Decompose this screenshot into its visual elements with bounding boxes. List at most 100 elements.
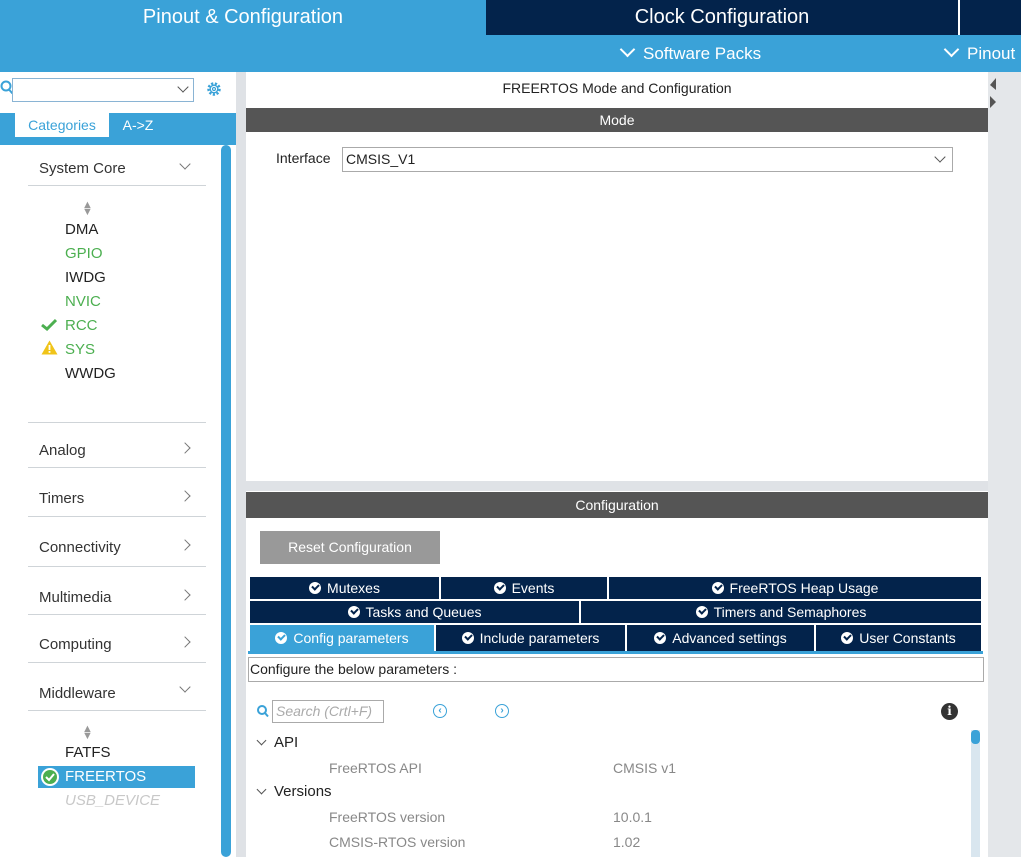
sort-icon-down[interactable]: ▼ <box>82 206 93 218</box>
category-multimedia[interactable]: Multimedia <box>39 589 112 606</box>
check-circle-icon <box>461 632 474 644</box>
software-packs-menu[interactable]: Software Packs <box>619 35 762 72</box>
group-label: Versions <box>274 783 332 800</box>
param-name: FreeRTOS version <box>329 809 446 825</box>
divider <box>28 566 206 567</box>
list-item-freertos[interactable]: FREERTOS <box>65 768 146 785</box>
search-icon <box>257 705 269 718</box>
chevron-down-icon <box>934 151 946 163</box>
param-name: CMSIS-RTOS version <box>329 834 466 850</box>
right-gutter <box>988 72 1021 857</box>
sort-icon-down[interactable]: ▼ <box>82 730 93 742</box>
tab-pinout-configuration[interactable]: Pinout & Configuration <box>0 0 486 35</box>
tab-label: Tasks and Queues <box>365 604 482 620</box>
chevron-down-icon <box>943 41 960 58</box>
list-item-dma[interactable]: DMA <box>65 221 98 238</box>
list-item-wwdg[interactable]: WWDG <box>65 365 116 382</box>
tab-a-to-z[interactable]: A->Z <box>109 113 167 137</box>
divider <box>28 467 206 468</box>
check-circle-icon <box>309 582 322 594</box>
check-circle-icon <box>711 582 724 594</box>
check-circle-icon <box>841 632 854 644</box>
chevron-down-icon <box>256 735 267 746</box>
left-tab-bar: Categories A->Z <box>0 113 236 137</box>
next-match-icon[interactable]: › <box>495 704 509 718</box>
pinout-menu-label: Pinout <box>967 44 1016 63</box>
chevron-down-icon <box>256 784 267 795</box>
tab-user-constants[interactable]: User Constants <box>816 625 981 651</box>
tab-categories[interactable]: Categories <box>15 113 109 137</box>
category-connectivity[interactable]: Connectivity <box>39 539 121 556</box>
left-scrollbar[interactable] <box>221 145 231 857</box>
parameter-scrollbar-track[interactable] <box>971 730 980 857</box>
previous-match-icon[interactable]: ‹ <box>433 704 447 718</box>
category-timers[interactable]: Timers <box>39 490 84 507</box>
left-tab-underline <box>0 137 236 145</box>
sub-menu-bar: Software Packs Pinout <box>0 35 1021 72</box>
splitter[interactable] <box>246 481 988 491</box>
check-circle-icon <box>654 632 667 644</box>
param-value[interactable]: 1.02 <box>613 834 640 850</box>
tab-config-parameters[interactable]: Config parameters <box>250 625 436 651</box>
warning-icon <box>41 340 58 355</box>
page-title: FREERTOS Mode and Configuration <box>502 80 732 96</box>
group-api[interactable]: API <box>256 734 299 751</box>
reset-configuration-button[interactable]: Reset Configuration <box>260 531 440 564</box>
configure-description: Configure the below parameters : <box>248 657 984 682</box>
check-circle-icon <box>695 606 708 618</box>
param-value[interactable]: 10.0.1 <box>613 809 652 825</box>
mode-header: Mode <box>246 108 988 132</box>
info-icon[interactable]: i <box>941 703 958 720</box>
category-search-combobox[interactable] <box>12 78 194 102</box>
divider <box>28 185 206 186</box>
category-computing[interactable]: Computing <box>39 636 112 653</box>
list-item-gpio[interactable]: GPIO <box>65 245 103 262</box>
parameter-scrollbar-thumb[interactable] <box>971 730 980 744</box>
tab-label: Advanced settings <box>672 630 787 646</box>
tab-underline <box>248 651 983 654</box>
tab-label: FreeRTOS Heap Usage <box>729 580 879 596</box>
tab-label: Timers and Semaphores <box>713 604 867 620</box>
tab-freertos-heap-usage[interactable]: FreeRTOS Heap Usage <box>609 577 981 599</box>
tab-mutexes[interactable]: Mutexes <box>250 577 441 599</box>
divider <box>28 516 206 517</box>
group-label: API <box>274 734 299 751</box>
category-system-core[interactable]: System Core <box>39 160 126 177</box>
software-packs-label: Software Packs <box>643 44 762 63</box>
collapse-arrow-icon[interactable] <box>988 76 998 112</box>
configuration-header: Configuration <box>246 492 988 518</box>
list-item-iwdg[interactable]: IWDG <box>65 269 106 286</box>
tab-clock-configuration[interactable]: Clock Configuration <box>486 0 958 35</box>
divider <box>28 422 206 423</box>
tab-label: Config parameters <box>293 630 409 646</box>
group-versions[interactable]: Versions <box>256 783 332 800</box>
main-panel <box>246 72 988 857</box>
check-icon <box>41 318 57 331</box>
list-item-rcc[interactable]: RCC <box>65 317 98 334</box>
list-item-sys[interactable]: SYS <box>65 341 95 358</box>
interface-select[interactable]: CMSIS_V1 <box>342 147 953 172</box>
pinout-menu[interactable]: Pinout <box>943 35 1016 72</box>
tab-next[interactable] <box>958 0 1021 35</box>
divider <box>28 662 206 663</box>
tab-timers-and-semaphores[interactable]: Timers and Semaphores <box>581 601 981 623</box>
param-value[interactable]: CMSIS v1 <box>613 760 676 776</box>
interface-value: CMSIS_V1 <box>346 151 416 167</box>
gear-icon[interactable] <box>205 80 223 98</box>
divider <box>28 710 206 711</box>
top-tab-bar: Pinout & Configuration Clock Configurati… <box>0 0 1021 35</box>
tab-tasks-and-queues[interactable]: Tasks and Queues <box>250 601 581 623</box>
category-analog[interactable]: Analog <box>39 442 86 459</box>
list-item-fatfs[interactable]: FATFS <box>65 744 111 761</box>
list-item-nvic[interactable]: NVIC <box>65 293 101 310</box>
category-middleware[interactable]: Middleware <box>39 685 116 702</box>
tab-label: User Constants <box>859 630 956 646</box>
tab-include-parameters[interactable]: Include parameters <box>436 625 627 651</box>
tab-label: Mutexes <box>327 580 380 596</box>
chevron-down-icon <box>177 81 189 93</box>
tab-advanced-settings[interactable]: Advanced settings <box>627 625 816 651</box>
parameter-search-input[interactable]: Search (Crtl+F) <box>272 700 384 723</box>
tab-label: Include parameters <box>479 630 600 646</box>
check-circle-icon <box>41 768 59 786</box>
tab-events[interactable]: Events <box>441 577 609 599</box>
